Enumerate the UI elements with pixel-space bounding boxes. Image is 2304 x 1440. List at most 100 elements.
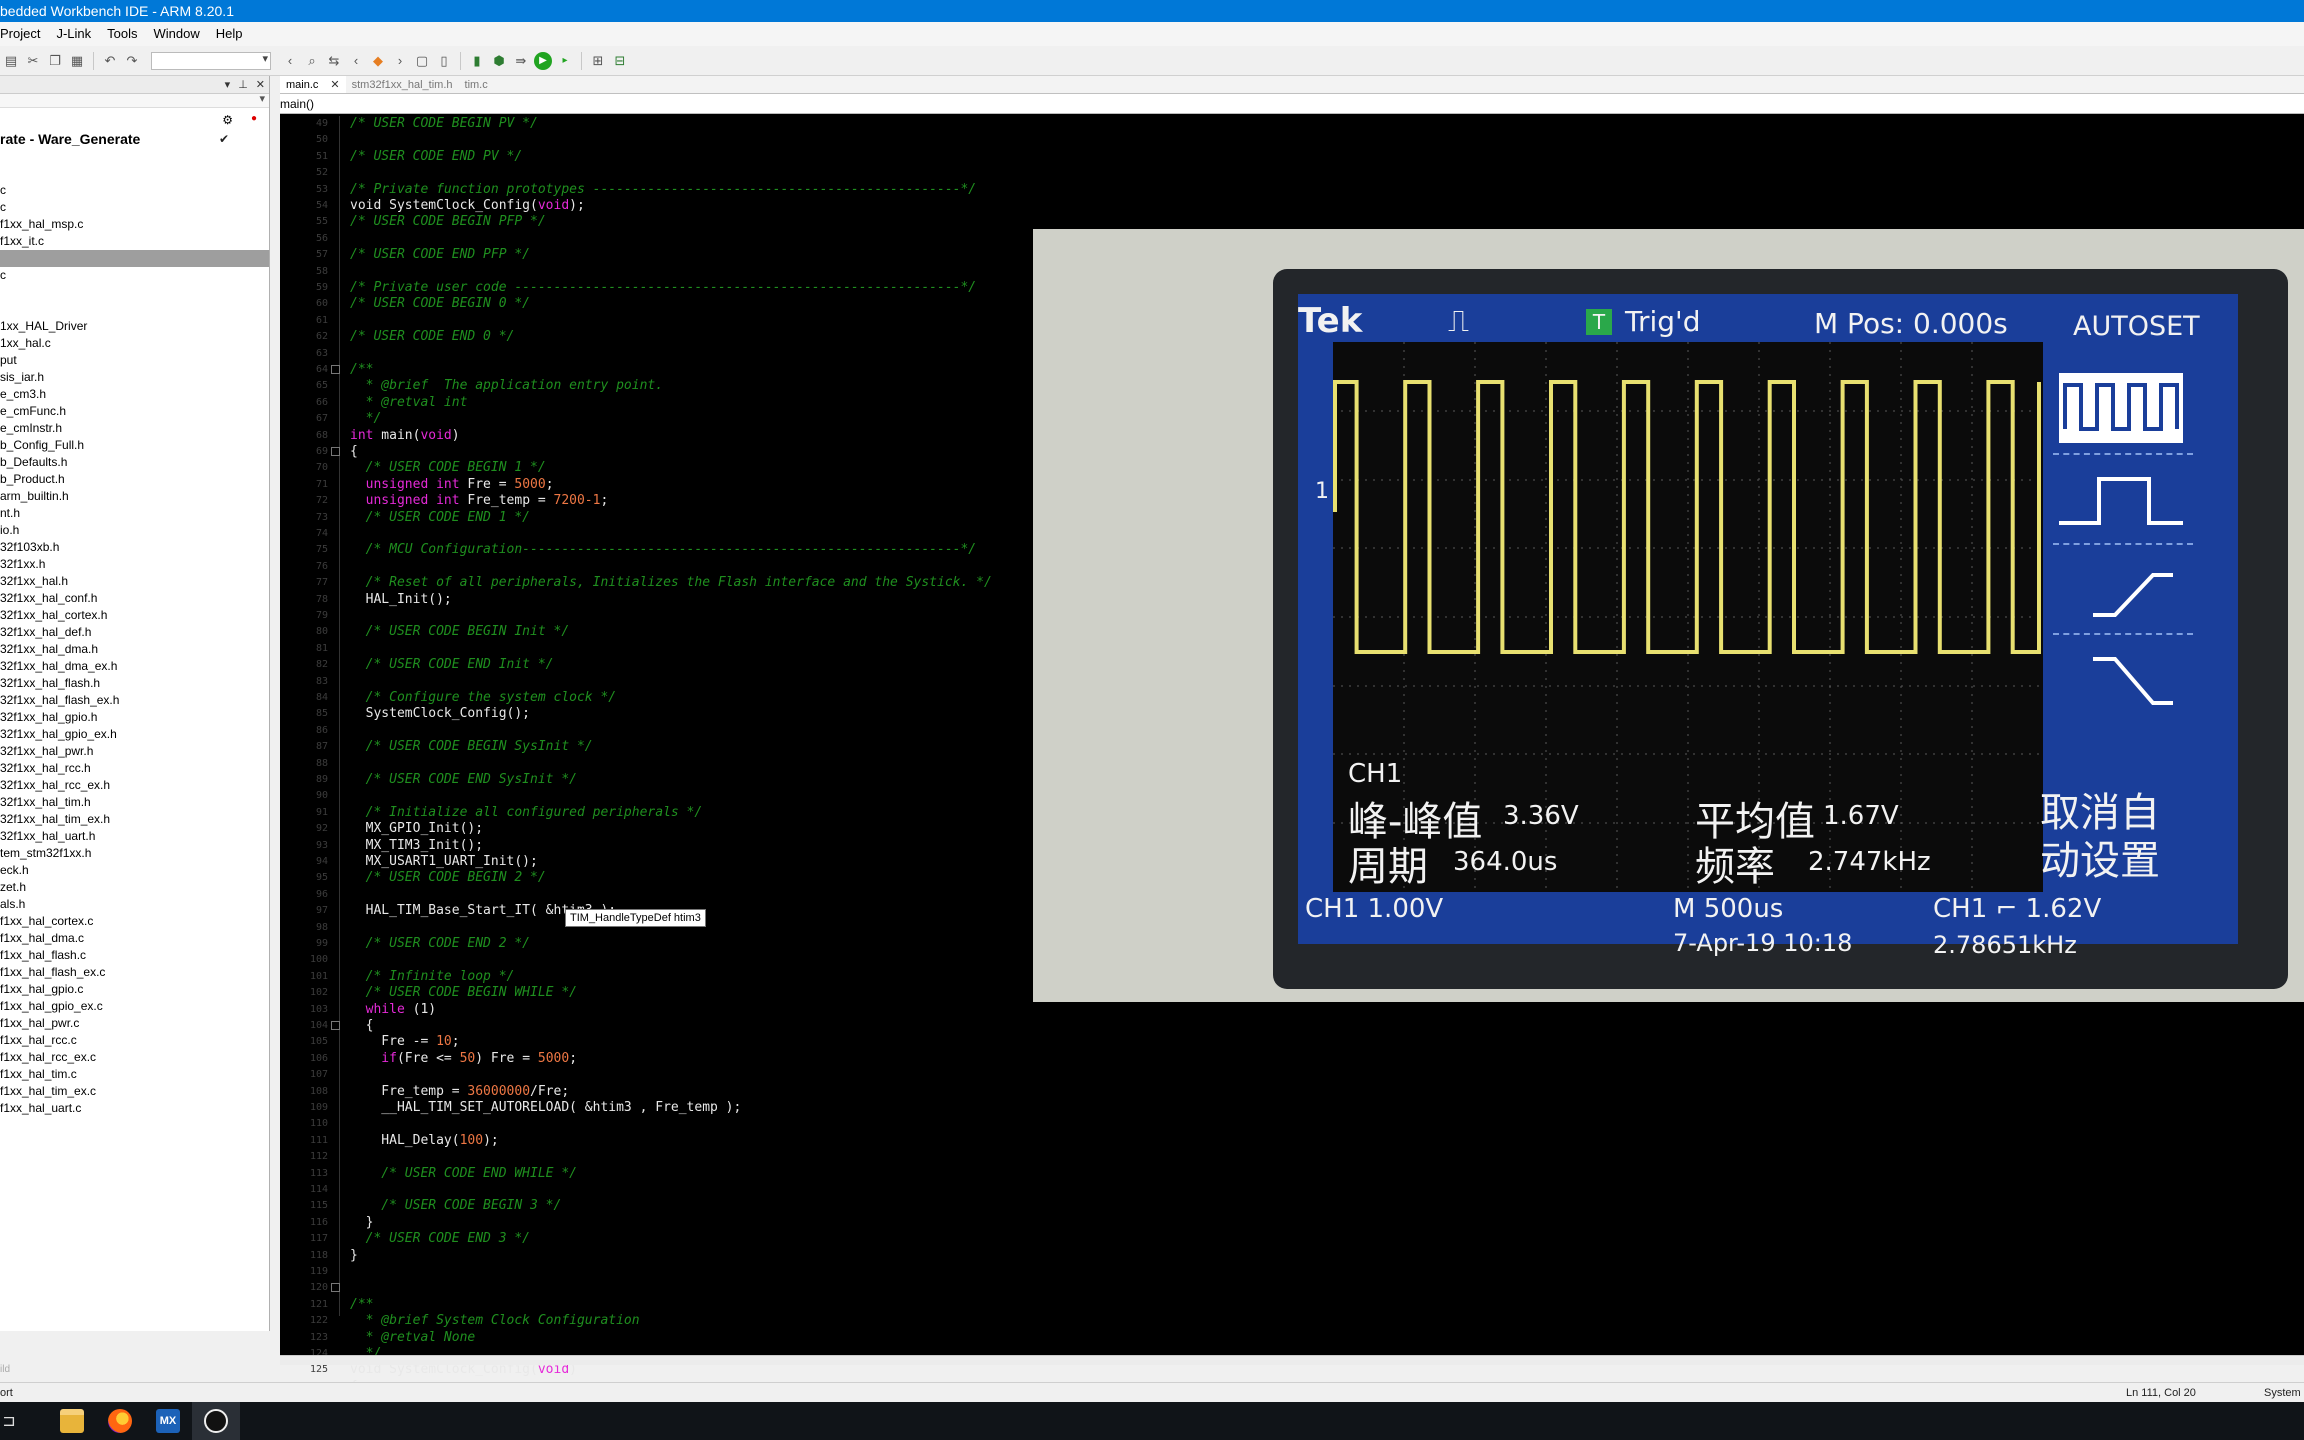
- layout-icon[interactable]: ⊞: [589, 52, 607, 70]
- make-icon[interactable]: ▯: [435, 52, 453, 70]
- nav-forward-icon[interactable]: ›: [391, 52, 409, 70]
- tree-item[interactable]: arm_builtin.h: [0, 488, 269, 505]
- menu-jlink[interactable]: J-Link: [48, 22, 99, 46]
- compile-icon[interactable]: ▢: [413, 52, 431, 70]
- tree-item[interactable]: put: [0, 352, 269, 369]
- tree-item[interactable]: 32f1xx_hal_uart.h: [0, 828, 269, 845]
- fold-toggle[interactable]: [331, 447, 340, 456]
- tree-item[interactable]: [0, 284, 269, 301]
- tree-item[interactable]: f1xx_hal_tim_ex.c: [0, 1083, 269, 1100]
- tree-item[interactable]: nt.h: [0, 505, 269, 522]
- bookmark-icon[interactable]: ◆: [369, 52, 387, 70]
- tree-item[interactable]: c: [0, 267, 269, 284]
- menu-window[interactable]: Window: [146, 22, 208, 46]
- tree-item[interactable]: e_cm3.h: [0, 386, 269, 403]
- fold-toggle[interactable]: [331, 1021, 340, 1030]
- tab-main-c[interactable]: main.c ✕: [280, 76, 346, 93]
- save-icon[interactable]: ▤: [2, 52, 20, 70]
- tree-item[interactable]: e_cmFunc.h: [0, 403, 269, 420]
- tree-item[interactable]: 32f1xx_hal_gpio_ex.h: [0, 726, 269, 743]
- menu-help[interactable]: Help: [208, 22, 251, 46]
- tree-item[interactable]: als.h: [0, 896, 269, 913]
- tree-item[interactable]: f1xx_hal_cortex.c: [0, 913, 269, 930]
- tree-item[interactable]: c: [0, 182, 269, 199]
- menu-project[interactable]: Project: [0, 22, 48, 46]
- tree-item[interactable]: eck.h: [0, 862, 269, 879]
- tree-item[interactable]: f1xx_hal_msp.c: [0, 216, 269, 233]
- copy-icon[interactable]: ❐: [46, 52, 64, 70]
- gear-icon[interactable]: ⚙: [222, 113, 233, 130]
- tree-item[interactable]: 32f1xx_hal_def.h: [0, 624, 269, 641]
- tree-item[interactable]: [0, 165, 269, 182]
- tab-hal-tim-h[interactable]: stm32f1xx_hal_tim.h: [346, 76, 459, 93]
- tree-item[interactable]: c: [0, 199, 269, 216]
- workspace-config-combo[interactable]: [0, 92, 269, 108]
- tree-item[interactable]: 32f1xx_hal.h: [0, 573, 269, 590]
- task-view-button[interactable]: ⊐: [0, 1402, 48, 1440]
- tab-tim-c[interactable]: tim.c: [459, 76, 494, 93]
- tree-item[interactable]: 32f1xx_hal_rcc.h: [0, 760, 269, 777]
- chevron-down-icon[interactable]: ▾: [225, 78, 231, 91]
- tree-item[interactable]: f1xx_hal_flash_ex.c: [0, 964, 269, 981]
- tree-item[interactable]: tem_stm32f1xx.h: [0, 845, 269, 862]
- tree-item[interactable]: 32f1xx_hal_flash.h: [0, 675, 269, 692]
- paste-icon[interactable]: ▦: [68, 52, 86, 70]
- tree-item[interactable]: zet.h: [0, 879, 269, 896]
- tree-item[interactable]: [0, 148, 269, 165]
- tree-item[interactable]: [0, 250, 269, 267]
- tree-item[interactable]: f1xx_hal_rcc.c: [0, 1032, 269, 1049]
- tree-item[interactable]: 32f1xx_hal_gpio.h: [0, 709, 269, 726]
- menu-tools[interactable]: Tools: [99, 22, 145, 46]
- target-icon[interactable]: ⊟: [611, 52, 629, 70]
- tree-item[interactable]: f1xx_hal_gpio.c: [0, 981, 269, 998]
- find-icon[interactable]: ⌕: [303, 52, 321, 70]
- tree-item[interactable]: f1xx_hal_flash.c: [0, 947, 269, 964]
- fold-toggle[interactable]: [331, 365, 340, 374]
- tree-item[interactable]: 1xx_hal.c: [0, 335, 269, 352]
- cut-icon[interactable]: ✂: [24, 52, 42, 70]
- tree-item[interactable]: 32f1xx_hal_flash_ex.h: [0, 692, 269, 709]
- tree-item[interactable]: 32f1xx_hal_rcc_ex.h: [0, 777, 269, 794]
- tree-item[interactable]: b_Defaults.h: [0, 454, 269, 471]
- undo-icon[interactable]: ↶: [101, 52, 119, 70]
- tree-item[interactable]: 32f1xx_hal_dma_ex.h: [0, 658, 269, 675]
- debug-no-download-icon[interactable]: ▸: [556, 52, 574, 70]
- function-navigator[interactable]: main(): [280, 94, 2304, 114]
- close-tab-icon[interactable]: ✕: [330, 79, 339, 91]
- tree-item[interactable]: b_Config_Full.h: [0, 437, 269, 454]
- breakpoint-icon[interactable]: ⇛: [512, 52, 530, 70]
- goto-icon[interactable]: ⇆: [325, 52, 343, 70]
- tree-item[interactable]: 32f1xx_hal_pwr.h: [0, 743, 269, 760]
- pin-icon[interactable]: ⊥: [238, 78, 248, 91]
- tree-item[interactable]: f1xx_hal_tim.c: [0, 1066, 269, 1083]
- tree-item[interactable]: 32f1xx_hal_tim_ex.h: [0, 811, 269, 828]
- file-explorer-button[interactable]: [48, 1402, 96, 1440]
- nav-back-icon[interactable]: ‹: [347, 52, 365, 70]
- tree-item[interactable]: 32f1xx_hal_cortex.h: [0, 607, 269, 624]
- tree-item[interactable]: io.h: [0, 522, 269, 539]
- stm32cubemx-button[interactable]: MX: [144, 1402, 192, 1440]
- find-combo[interactable]: [151, 51, 271, 70]
- tree-item[interactable]: f1xx_hal_gpio_ex.c: [0, 998, 269, 1015]
- close-icon[interactable]: ✕: [256, 78, 265, 91]
- tree-item[interactable]: 1xx_HAL_Driver: [0, 318, 269, 335]
- back-icon[interactable]: ‹: [281, 52, 299, 70]
- tree-item[interactable]: b_Product.h: [0, 471, 269, 488]
- tree-item[interactable]: f1xx_it.c: [0, 233, 269, 250]
- tree-item[interactable]: 32f1xx_hal_tim.h: [0, 794, 269, 811]
- tree-item[interactable]: 32f1xx_hal_dma.h: [0, 641, 269, 658]
- redo-icon[interactable]: ↷: [123, 52, 141, 70]
- tree-item[interactable]: 32f1xx_hal_conf.h: [0, 590, 269, 607]
- horizontal-scrollbar[interactable]: [280, 1355, 2304, 1365]
- tree-item[interactable]: sis_iar.h: [0, 369, 269, 386]
- tree-item[interactable]: f1xx_hal_rcc_ex.c: [0, 1049, 269, 1066]
- build-icon[interactable]: ▮: [468, 52, 486, 70]
- download-debug-icon[interactable]: ▶: [534, 51, 552, 70]
- tree-item[interactable]: f1xx_hal_dma.c: [0, 930, 269, 947]
- tree-item[interactable]: f1xx_hal_uart.c: [0, 1100, 269, 1117]
- fold-toggle[interactable]: [331, 1283, 340, 1293]
- stop-build-icon[interactable]: ⬢: [490, 52, 508, 70]
- tree-item[interactable]: 32f1xx.h: [0, 556, 269, 573]
- iar-button[interactable]: [192, 1402, 240, 1440]
- tree-item[interactable]: e_cmInstr.h: [0, 420, 269, 437]
